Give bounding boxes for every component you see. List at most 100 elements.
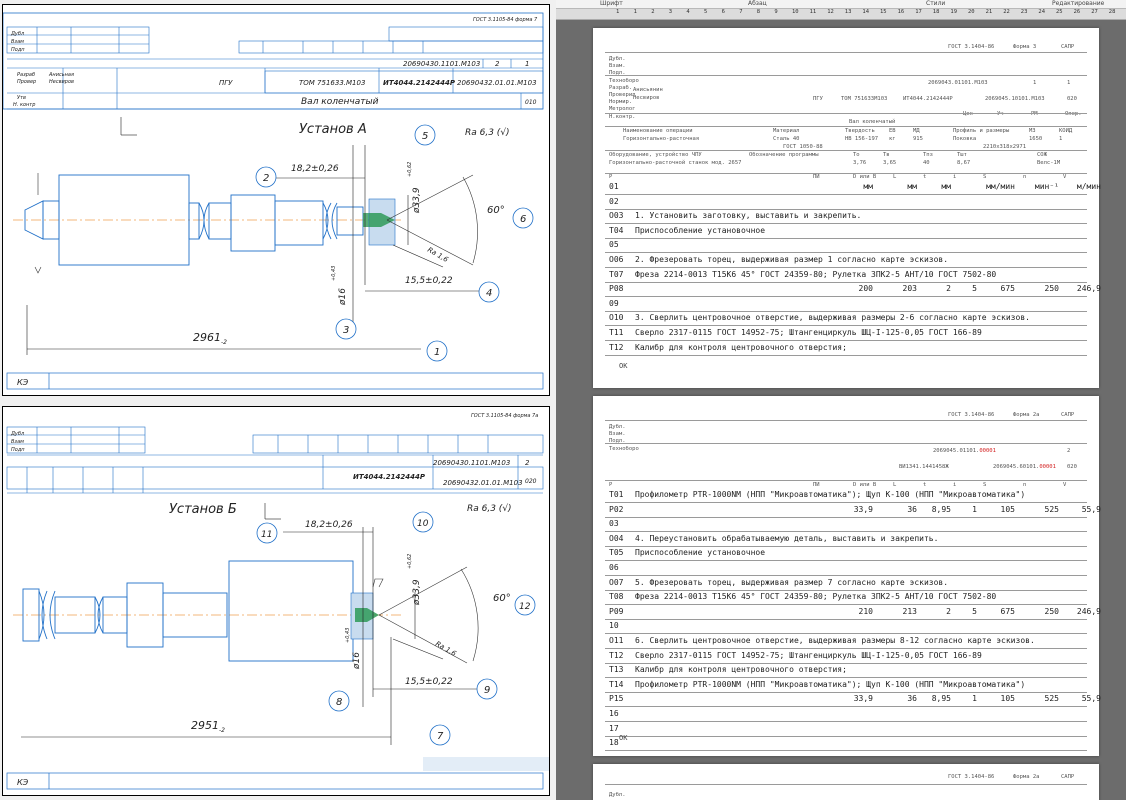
ribbon-group-paragraph[interactable]: Абзац — [748, 0, 767, 7]
operation-row[interactable]: 16 — [605, 707, 1087, 722]
stamp-b-podp: Подп — [11, 447, 25, 453]
p1-equip-val: 40 — [923, 160, 930, 166]
role-nkontr: Н. контр — [13, 102, 35, 108]
p1-head-val: Горизонтально-расточная — [623, 136, 700, 142]
operation-row[interactable]: О10 3. Сверлить центровочное отверстие, в… — [605, 311, 1087, 327]
p1-op: 020 — [1067, 96, 1077, 102]
operation-row[interactable]: Т01 Профилометр PTR-1000NM (НПП "Микроавт… — [605, 488, 1087, 503]
p1-code1: ТОМ 751633М103 — [841, 96, 888, 102]
role-prover: Провер — [17, 79, 36, 85]
dim-length-b-tol: -2 — [219, 727, 225, 734]
operation-row[interactable]: Т11 Сверло 2317-0115 ГОСТ 14952-75; Штанг… — [605, 326, 1087, 341]
operation-row[interactable]: Т13 Калибр для контроля центровочного отв… — [605, 663, 1087, 679]
horizontal-ruler[interactable]: 1 1 2 3 4 5 6 7 8 9 10 11 12 13 14 15 16 17 18 19 20 21 22 23 24… — [556, 9, 1126, 20]
row-value: мм — [863, 182, 873, 191]
row-text: 3. Сверлить центровочное отверстие, выде… — [635, 313, 1030, 323]
row-value: 5 — [972, 606, 977, 616]
p1-equip-val: 8,67 — [957, 160, 971, 166]
row-value: 1 — [972, 504, 977, 514]
balloon-3: 3 — [343, 325, 349, 336]
p1-sub-label: Цех — [963, 111, 973, 117]
row-value: 246,9 — [1076, 284, 1101, 294]
operation-row[interactable]: 01 мм мм мм мм/мин мин⁻¹ м/мин — [605, 180, 1101, 195]
operation-row[interactable]: О07 5. Фрезеровать торец, выдерживая разм… — [605, 576, 1087, 591]
ruler-mark: 15 — [880, 9, 887, 15]
row-code: Р15 — [609, 694, 624, 704]
operation-row[interactable]: Т12 Сверло 2317-0115 ГОСТ 14952-75; Штанг… — [605, 649, 1087, 664]
row-value: 675 — [1000, 606, 1015, 616]
ribbon-group-editing[interactable]: Редактирование — [1052, 0, 1104, 7]
operation-row[interactable]: Р09 210 213 2 5 675 250 246,9 — [605, 605, 1101, 620]
operation-row[interactable]: 18 — [605, 736, 1087, 752]
document-page-1[interactable]: ГОСТ 3.1404-86 Форма 3 САПР Дубл. Взам. По… — [593, 28, 1101, 388]
word-document-pane[interactable]: Шрифт Абзац Стили Редактирование 1123456… — [556, 0, 1126, 800]
row-code: 03 — [609, 519, 619, 529]
operation-row[interactable]: 03 — [605, 517, 1087, 533]
row-code: Р02 — [609, 504, 624, 514]
operation-row[interactable]: О06 2. Фрезеровать торец, выдерживая разм… — [605, 253, 1087, 268]
row-text: Калибр для контроля центровочного отверс… — [635, 665, 847, 675]
ruler-mark: 9 — [774, 9, 778, 15]
operation-row[interactable]: Р15 33,9 36 8,95 1 105 525 55,9 — [605, 692, 1101, 708]
p2-doc-no: 2069045.01101.00001 — [933, 448, 996, 454]
ruler-mark: 1 — [616, 9, 620, 15]
ribbon-group-styles[interactable]: Стили — [926, 0, 945, 7]
setup-title: Установ А — [299, 122, 367, 137]
operation-row[interactable]: Р08 200 203 2 5 675 250 246,9 — [605, 282, 1101, 298]
p1-sheet: 1 — [1033, 80, 1037, 86]
operation-row[interactable]: Т08 Фреза 2214-0013 Т15К6 45° ГОСТ 24359-… — [605, 590, 1087, 606]
ruler-mark: 11 — [809, 9, 817, 15]
row-code: 16 — [609, 709, 619, 718]
row-value: 33,9 — [853, 504, 873, 514]
document-page-3[interactable]: ГОСТ 3.1404-86 Форма 2а САПР Дубл. — [593, 764, 1099, 800]
row-code: Т12 — [609, 650, 624, 660]
ruler-mark: 17 — [915, 9, 922, 15]
row-text: 4. Переустановить обрабатываемую деталь,… — [635, 533, 939, 543]
sketch-a-svg: ГОСТ 3.1105-84 форма 7 Дубл Взам Подп 20… — [2, 12, 544, 390]
document-page-2[interactable]: ГОСТ 3.1404-86 Форма 2а САПР Дубл. Взам. П… — [593, 396, 1101, 756]
sheet-total: 1 — [525, 60, 529, 68]
stamp-label-vzam: Взам — [11, 39, 24, 45]
operation-row[interactable]: Р02 33,9 36 8,95 1 105 525 55,9 — [605, 503, 1101, 518]
operation-row[interactable]: 09 — [605, 297, 1087, 312]
p2-form: Форма 2а — [1013, 412, 1040, 418]
ribbon-group-font[interactable]: Шрифт — [600, 0, 623, 7]
name-1: Анисьная — [48, 72, 74, 78]
p3-sapr: САПР — [1061, 774, 1075, 780]
operation-row[interactable]: О03 1. Установить заготовку, выставить и … — [605, 209, 1087, 225]
code-3-b: 20690432.01.01.М103 — [443, 479, 523, 487]
p1-head-col: МЗ — [1029, 128, 1036, 134]
row-value: м/мин — [1076, 182, 1101, 191]
ruler-mark: 25 — [1056, 9, 1063, 15]
operation-row[interactable]: Т14 Профилометр PTR-1000NM (НПП "Микроавт… — [605, 678, 1087, 693]
p1-field-label: Разраб. — [609, 84, 633, 91]
row-value: 246,9 — [1076, 606, 1101, 616]
operation-row[interactable]: Т05 Приспособление установочное — [605, 546, 1087, 562]
part-code-b: 020 — [525, 478, 537, 485]
p1-head-col: МД — [913, 128, 920, 134]
operation-row[interactable]: О04 4. Переустановить обрабатываемую дета… — [605, 532, 1087, 547]
operation-row[interactable]: 02 — [605, 195, 1087, 210]
operation-row[interactable]: Т04 Приспособление установочное — [605, 224, 1087, 239]
operation-row[interactable]: 17 — [605, 722, 1087, 737]
operation-row[interactable]: Т07 Фреза 2214-0013 Т15К6 45° ГОСТ 24359-… — [605, 268, 1087, 283]
p1-equip-val: 3,65 — [883, 160, 897, 166]
gost-label-b: ГОСТ 3.1105-84 форма 7а — [471, 413, 538, 419]
row-value: мм — [941, 182, 951, 191]
row-text: Приспособление установочное — [635, 548, 766, 558]
p1-equip-val: Горизонтально-расточной станок мод. 2657 — [609, 160, 742, 166]
operation-row[interactable]: 06 — [605, 561, 1087, 576]
operation-row[interactable]: 05 — [605, 238, 1087, 254]
sheet-number: 2 — [495, 60, 500, 68]
operation-row[interactable]: О11 6. Сверлить центровочное отверстие, в… — [605, 634, 1087, 649]
row-value: 1 — [972, 694, 977, 704]
ruler-mark: 19 — [950, 9, 958, 15]
operation-row[interactable]: Т12 Калибр для контроля центровочного отв… — [605, 341, 1087, 356]
p2-sapr: САПР — [1061, 412, 1075, 418]
stamp-b-vzam: Взам — [11, 439, 24, 445]
row-text: Профилометр PTR-1000NM (НПП "Микроавтома… — [635, 679, 1026, 689]
p1-person-2: Несвиров — [633, 95, 660, 101]
cad-drawing-pane[interactable]: ГОСТ 3.1105-84 форма 7 Дубл Взам Подп 20… — [0, 0, 556, 800]
operation-row[interactable]: 10 — [605, 619, 1087, 635]
p1-field-label: Н.контр. — [609, 113, 636, 120]
